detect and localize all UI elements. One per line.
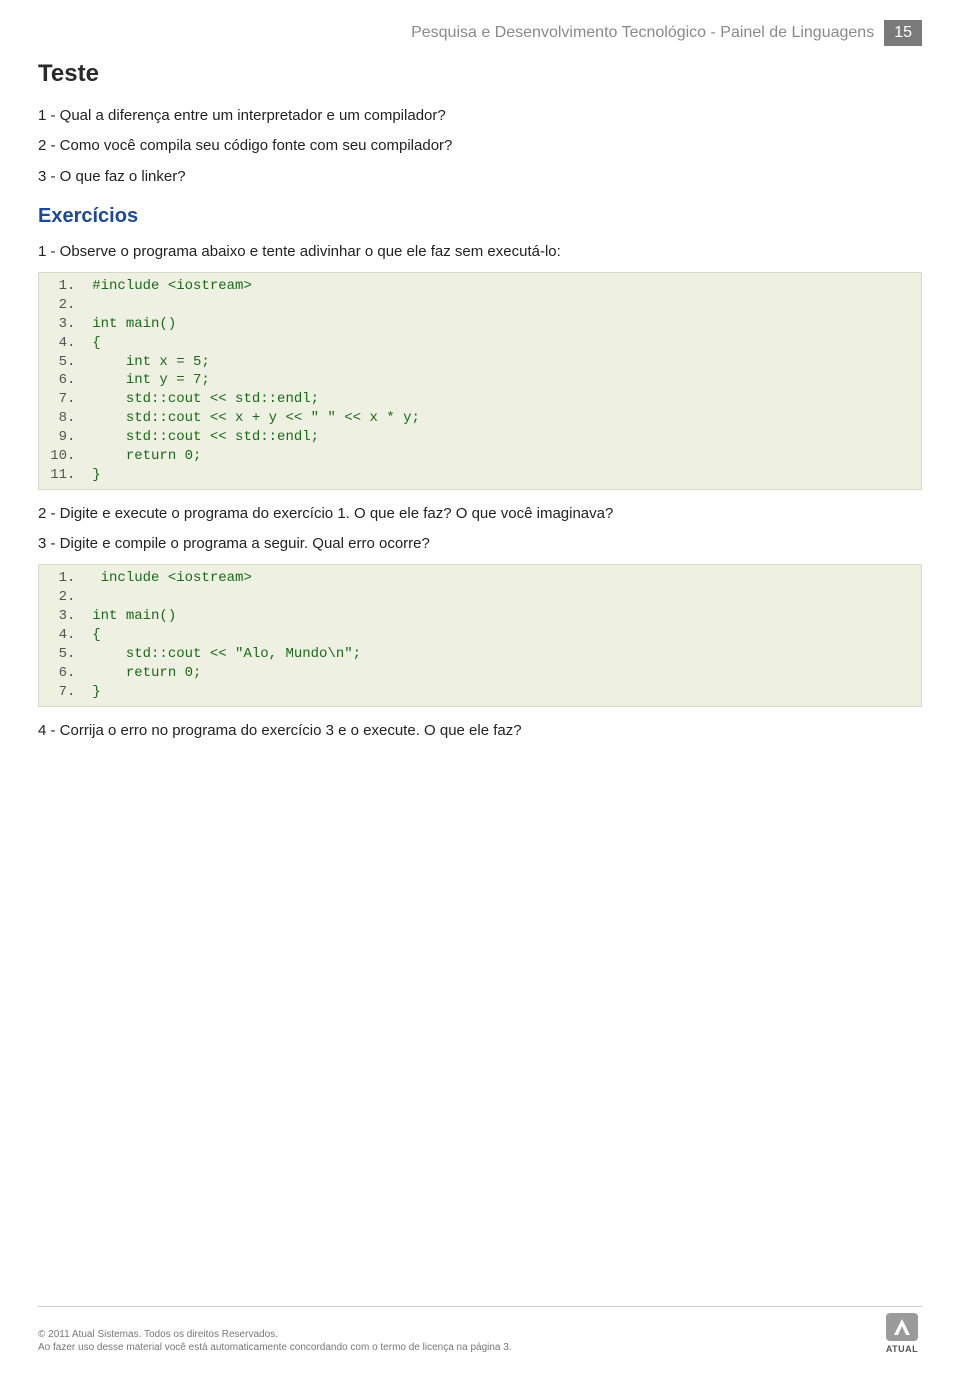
code-line: 6. return 0; [41, 664, 919, 683]
teste-item-2: 2 - Como você compila seu código fonte c… [38, 136, 922, 156]
footer-line-1: © 2011 Atual Sistemas. Todos os direitos… [38, 1328, 512, 1341]
page-footer: © 2011 Atual Sistemas. Todos os direitos… [38, 1306, 922, 1354]
exercicio-1-text: 1 - Observe o programa abaixo e tente ad… [38, 242, 922, 262]
code-block-2: 1. include <iostream>2. 3. int main()4. … [38, 564, 922, 706]
exercicio-3-text: 3 - Digite e compile o programa a seguir… [38, 534, 922, 554]
code-line: 4. { [41, 334, 919, 353]
header-title: Pesquisa e Desenvolvimento Tecnológico -… [411, 24, 874, 42]
code-line: 4. { [41, 626, 919, 645]
code-line: 2. [41, 296, 919, 315]
section-heading-teste: Teste [38, 60, 922, 88]
footer-line-2: Ao fazer uso desse material você está au… [38, 1341, 512, 1354]
code-line: 10. return 0; [41, 447, 919, 466]
code-line: 9. std::cout << std::endl; [41, 428, 919, 447]
exercicio-4-text: 4 - Corrija o erro no programa do exercí… [38, 721, 922, 741]
logo-label: ATUAL [886, 1344, 918, 1354]
code-line: 7. } [41, 683, 919, 702]
code-line: 5. int x = 5; [41, 353, 919, 372]
teste-item-3: 3 - O que faz o linker? [38, 167, 922, 187]
exercicio-2-text: 2 - Digite e execute o programa do exerc… [38, 504, 922, 524]
code-line: 6. int y = 7; [41, 371, 919, 390]
page-header: Pesquisa e Desenvolvimento Tecnológico -… [38, 20, 922, 46]
section-heading-exercicios: Exercícios [38, 205, 922, 228]
teste-item-1: 1 - Qual a diferença entre um interpreta… [38, 106, 922, 126]
code-block-1: 1. #include <iostream>2. 3. int main()4.… [38, 272, 922, 490]
code-line: 3. int main() [41, 315, 919, 334]
code-line: 7. std::cout << std::endl; [41, 390, 919, 409]
logo-icon [882, 1311, 922, 1343]
footer-text: © 2011 Atual Sistemas. Todos os direitos… [38, 1328, 512, 1354]
code-line: 8. std::cout << x + y << " " << x * y; [41, 409, 919, 428]
code-line: 11. } [41, 466, 919, 485]
page-number-badge: 15 [884, 20, 922, 46]
code-line: 1. #include <iostream> [41, 277, 919, 296]
code-line: 3. int main() [41, 607, 919, 626]
code-line: 1. include <iostream> [41, 569, 919, 588]
footer-logo: ATUAL [882, 1311, 922, 1354]
code-line: 5. std::cout << "Alo, Mundo\n"; [41, 645, 919, 664]
code-line: 2. [41, 588, 919, 607]
